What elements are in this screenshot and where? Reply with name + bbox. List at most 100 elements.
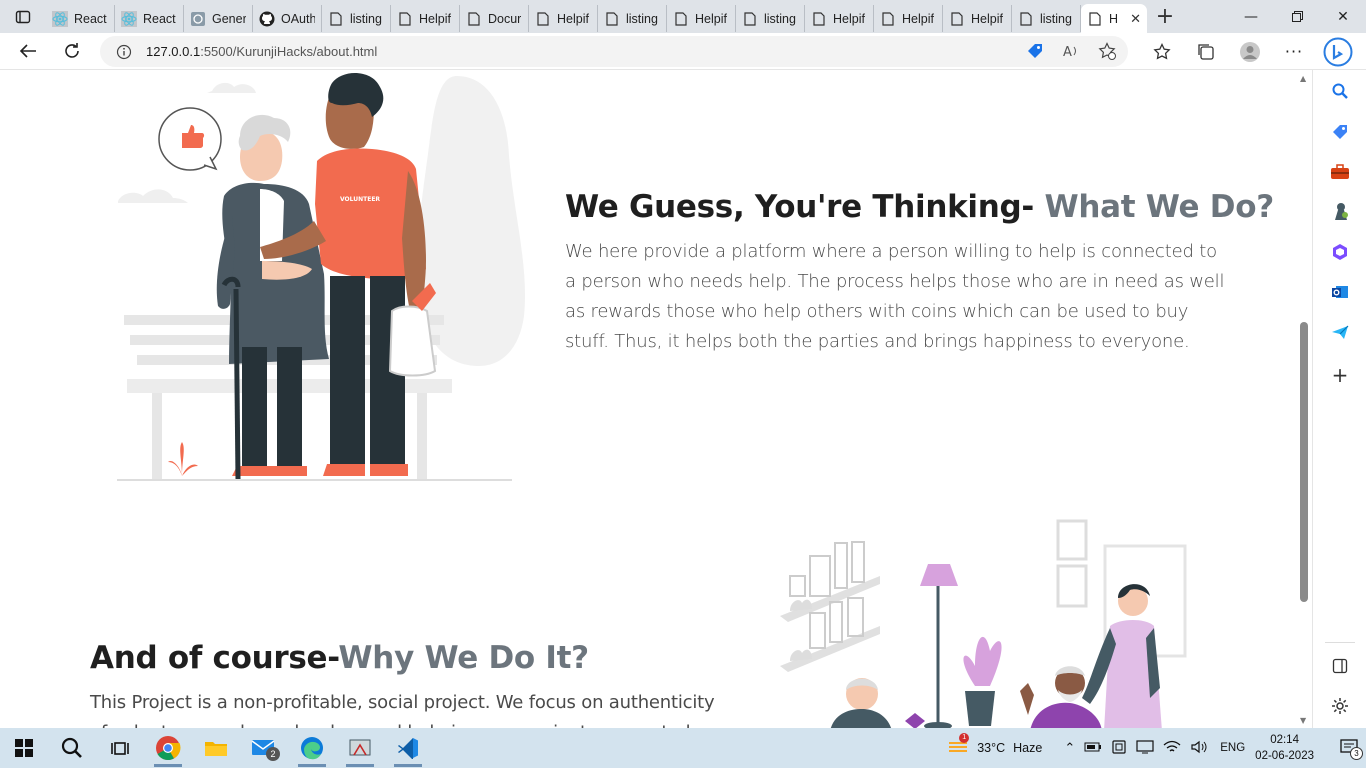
device-icon[interactable] <box>1111 739 1127 757</box>
favorites-button[interactable] <box>1140 33 1184 70</box>
wifi-icon[interactable] <box>1163 740 1181 757</box>
search-icon <box>1332 83 1348 99</box>
section-why-heading: And of course-Why We Do It? <box>90 640 589 676</box>
more-options-button[interactable]: ··· <box>1272 33 1316 70</box>
add-favorite-icon[interactable] <box>1098 42 1116 63</box>
maximize-button[interactable] <box>1274 0 1320 33</box>
page-scrollbar[interactable]: ▲ ▼ <box>1296 70 1312 728</box>
windows-icon <box>15 739 33 757</box>
mail-badge: 2 <box>266 747 280 761</box>
gear-icon <box>1332 698 1348 714</box>
page-icon <box>535 11 551 27</box>
task-view-button[interactable] <box>96 728 144 768</box>
tab-title: Helpif <box>695 11 727 26</box>
mail-button[interactable]: 2 <box>240 728 288 768</box>
heading-main-text: We Guess, You're Thinking- <box>565 189 1045 225</box>
volunteer-shirt-label: VOLUNTEER <box>340 196 380 203</box>
tab-actions-button[interactable] <box>0 0 46 33</box>
sidebar-settings-button[interactable] <box>1327 694 1353 718</box>
clock[interactable]: 02:14 02-06-2023 <box>1255 732 1314 764</box>
svg-text:A: A <box>1063 45 1072 60</box>
page-icon <box>397 11 413 27</box>
tab-10[interactable]: Helpif <box>667 5 736 32</box>
page-icon <box>1018 11 1034 27</box>
send-icon <box>1332 325 1349 339</box>
profile-button[interactable] <box>1228 33 1272 70</box>
refresh-icon <box>65 43 79 58</box>
snipping-tool-button[interactable] <box>336 728 384 768</box>
add-sidebar-app-button[interactable]: + <box>1327 363 1353 387</box>
back-button[interactable] <box>6 33 50 70</box>
tab-11[interactable]: listing <box>736 5 805 32</box>
edge-taskbar-button[interactable] <box>288 728 336 768</box>
tools-sidebar-button[interactable] <box>1327 160 1353 184</box>
search-taskbar-button[interactable] <box>48 728 96 768</box>
scroll-thumb[interactable] <box>1300 322 1308 602</box>
tab-2[interactable]: React <box>115 5 184 32</box>
tab-7[interactable]: Docur <box>460 5 529 32</box>
shopping-tag-icon <box>1333 125 1347 139</box>
start-button[interactable] <box>0 728 48 768</box>
clock-date: 02-06-2023 <box>1255 750 1314 762</box>
read-aloud-icon[interactable]: A <box>1062 42 1080 63</box>
refresh-button[interactable] <box>50 33 94 70</box>
url-host: 127.0.0.1 <box>146 44 201 59</box>
tab-9[interactable]: listing <box>598 5 667 32</box>
site-info-icon[interactable] <box>116 44 132 60</box>
tab-15[interactable]: listing <box>1012 5 1081 32</box>
tab-14[interactable]: Helpif <box>943 5 1012 32</box>
notification-icon: 3 <box>1340 738 1363 760</box>
outlook-sidebar-button[interactable] <box>1327 280 1353 304</box>
tab-1[interactable]: React <box>46 5 115 32</box>
office-sidebar-button[interactable] <box>1327 240 1353 264</box>
scroll-up-icon[interactable]: ▲ <box>1300 74 1306 83</box>
tab-active[interactable]: H ✕ <box>1081 4 1147 33</box>
tab-3[interactable]: Gener <box>184 5 253 32</box>
app-icon <box>190 11 206 27</box>
chrome-taskbar-button[interactable] <box>144 728 192 768</box>
weather-widget[interactable]: 1 33°C Haze <box>947 732 1042 758</box>
tab-5[interactable]: listing <box>322 5 391 32</box>
vscode-taskbar-button[interactable] <box>384 728 432 768</box>
close-tab-icon[interactable]: ✕ <box>1130 11 1141 27</box>
tab-6[interactable]: Helpif <box>391 5 460 32</box>
chevron-up-icon[interactable]: ⌃ <box>1064 740 1075 756</box>
section-what-heading: We Guess, You're Thinking- What We Do? <box>565 189 1274 225</box>
shopping-tag-icon[interactable] <box>1026 42 1044 63</box>
ellipsis-icon: ··· <box>1284 42 1304 61</box>
close-window-button[interactable]: ✕ <box>1320 0 1366 33</box>
back-arrow-icon <box>19 44 36 58</box>
collections-button[interactable] <box>1184 33 1228 70</box>
hide-sidebar-button[interactable] <box>1327 654 1353 678</box>
edge-icon <box>301 737 323 760</box>
page-icon <box>880 11 896 27</box>
tab-12[interactable]: Helpif <box>805 5 874 32</box>
display-icon[interactable] <box>1136 739 1154 757</box>
games-sidebar-button[interactable] <box>1327 200 1353 224</box>
bing-chat-button[interactable] <box>1320 35 1356 69</box>
tab-title: listing <box>764 11 796 26</box>
new-tab-button[interactable]: + <box>1147 0 1183 33</box>
shopping-sidebar-button[interactable] <box>1327 120 1353 144</box>
tab-4[interactable]: OAuth <box>253 5 322 32</box>
language-indicator[interactable]: ENG <box>1220 742 1245 754</box>
drop-sidebar-button[interactable] <box>1327 320 1353 344</box>
file-explorer-button[interactable] <box>192 728 240 768</box>
office-icon <box>1333 244 1347 260</box>
notification-button[interactable]: 3 <box>1332 738 1366 760</box>
search-sidebar-button[interactable] <box>1327 79 1353 103</box>
minimize-button[interactable]: — <box>1228 0 1274 33</box>
tab-title: Docur <box>488 11 522 26</box>
navigation-bar: 127.0.0.1:5500/KurunjiHacks/about.html A… <box>0 33 1366 70</box>
sidebar-toggle-icon <box>1332 658 1348 674</box>
battery-icon[interactable] <box>1084 741 1102 756</box>
volume-icon[interactable] <box>1190 740 1208 757</box>
search-icon <box>61 737 82 758</box>
scroll-down-icon[interactable]: ▼ <box>1300 716 1306 725</box>
page-icon <box>673 11 689 27</box>
tab-8[interactable]: Helpif <box>529 5 598 32</box>
outlook-icon <box>1332 286 1348 298</box>
tab-strip: React React Gener OAuth listing Helpif Docur He… <box>0 0 1366 33</box>
address-bar[interactable]: 127.0.0.1:5500/KurunjiHacks/about.html A <box>100 36 1128 67</box>
tab-13[interactable]: Helpif <box>874 5 943 32</box>
